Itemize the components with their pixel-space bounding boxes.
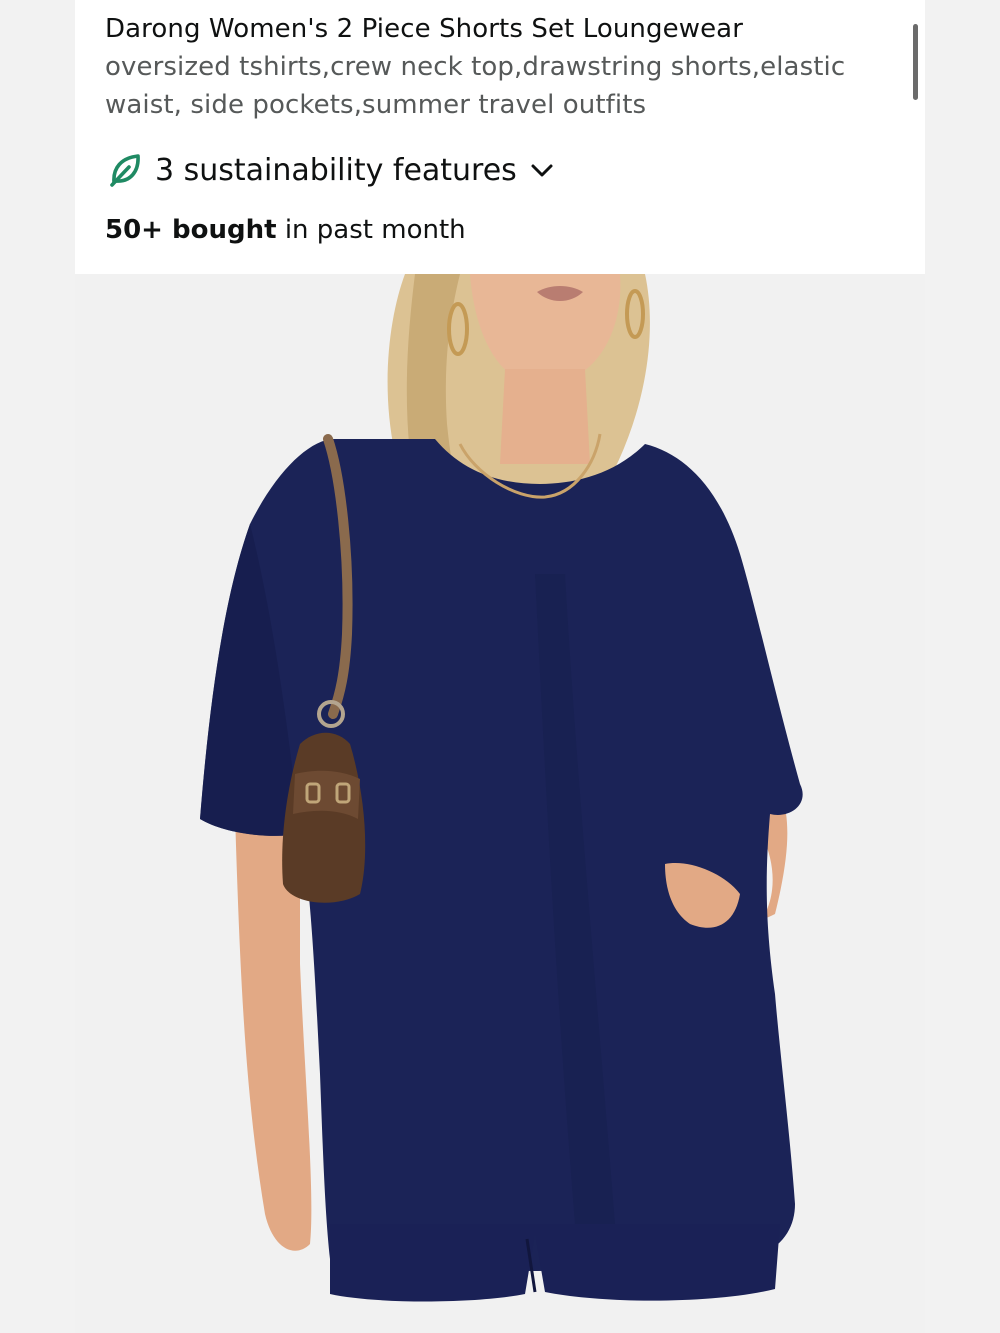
product-title-description: oversized tshirts,crew neck top,drawstri… [105,52,846,120]
scrollbar[interactable] [913,24,918,100]
sustainability-features-toggle[interactable]: 3 sustainability features [105,150,555,190]
product-photo-illustration [75,274,925,1333]
purchase-count: 50+ bought in past month [105,210,466,250]
chevron-down-icon [531,164,553,177]
leaf-icon [110,154,140,187]
bought-count: 50+ bought [105,215,277,245]
product-header-card: Darong Women's 2 Piece Shorts Set Lounge… [75,0,925,274]
product-title[interactable]: Darong Women's 2 Piece Shorts Set Lounge… [105,10,875,124]
product-title-main: Darong Women's 2 Piece Shorts Set Lounge… [105,14,743,44]
bought-period: in past month [284,215,466,245]
sustainability-label: 3 sustainability features [155,152,517,188]
product-image[interactable] [75,274,925,1333]
